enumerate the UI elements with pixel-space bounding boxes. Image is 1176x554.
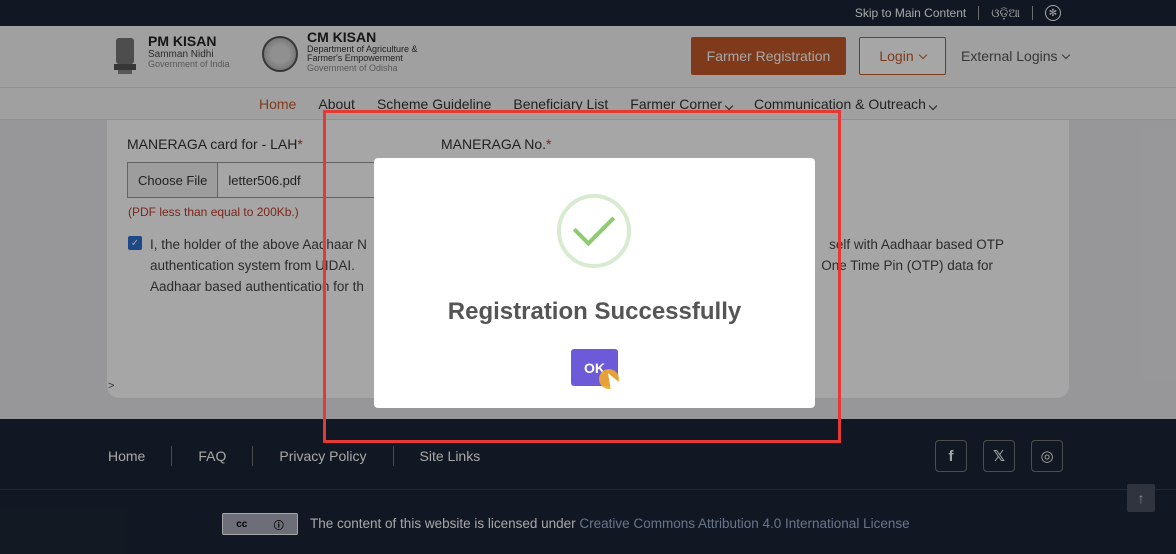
highlight-box	[323, 110, 841, 443]
